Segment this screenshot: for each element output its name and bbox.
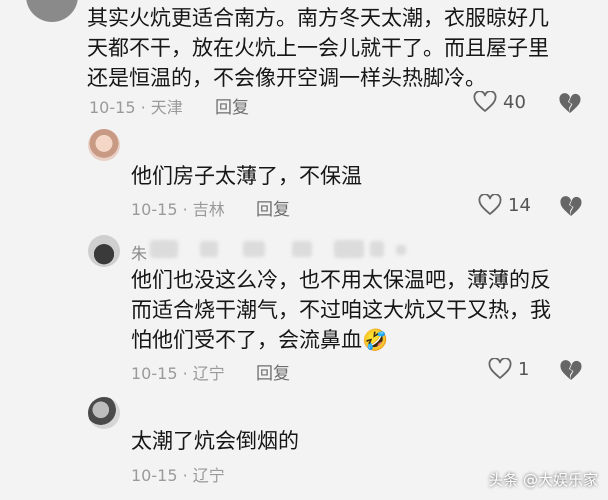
avatar[interactable]	[88, 129, 120, 161]
comment-text-line: 他们房子太薄了，不保温	[131, 164, 362, 188]
blurred-username	[396, 245, 406, 255]
commenter-name[interactable]: 朱	[131, 240, 147, 264]
comment-text-line: 怕他们受不了，会流鼻血🤣	[131, 328, 389, 352]
comment-date: 10-15	[131, 466, 178, 485]
reply-button[interactable]: 回复	[256, 359, 290, 384]
blurred-username	[200, 241, 218, 257]
broken-heart-icon[interactable]	[559, 360, 583, 382]
avatar[interactable]	[88, 397, 120, 429]
avatar[interactable]	[26, 0, 78, 22]
blurred-username	[150, 240, 178, 258]
like-count: 1	[518, 358, 530, 380]
comment-text-line: 天都不干，放在火炕上一会儿就干了。而且屋子里	[87, 36, 549, 60]
comment-text-line: 太潮了炕会倒烟的	[131, 429, 299, 453]
comment-meta: 10-15 · 辽宁	[131, 364, 225, 383]
comment-text-line: 他们也没这么冷，也不用太保温吧，薄薄的反	[131, 268, 551, 292]
avatar[interactable]	[88, 235, 120, 267]
like-button[interactable]: 14	[478, 194, 531, 216]
comment-location: 辽宁	[192, 466, 225, 485]
comment-location: 辽宁	[192, 364, 225, 383]
comment-meta: 10-15 · 吉林	[131, 200, 225, 219]
comment-date: 10-15	[131, 364, 178, 383]
heart-outline-icon	[473, 91, 497, 112]
heart-outline-icon	[488, 358, 512, 379]
heart-outline-icon	[478, 194, 502, 215]
blurred-username	[334, 240, 364, 258]
comment-date: 10-15	[89, 98, 136, 117]
comment-location: 吉林	[192, 200, 225, 219]
reply-button[interactable]: 回复	[215, 93, 249, 118]
comment-meta: 10-15 · 辽宁	[131, 466, 225, 485]
comment-meta: 10-15 · 天津	[89, 98, 183, 117]
like-button[interactable]: 1	[488, 358, 529, 380]
broken-heart-icon[interactable]	[558, 93, 582, 115]
comment-text-line: 还是恒温的，不会像开空调一样头热脚冷。	[87, 66, 486, 90]
laughing-emoji: 🤣	[362, 328, 389, 352]
comment-location: 天津	[150, 98, 183, 117]
comment-date: 10-15	[131, 200, 178, 219]
like-button[interactable]: 40	[473, 91, 526, 113]
like-count: 14	[508, 194, 531, 216]
like-count: 40	[503, 91, 526, 113]
comment-text-line: 而适合烧干潮气，不过咱这大炕又干又热，我	[131, 298, 551, 322]
reply-button[interactable]: 回复	[256, 195, 290, 220]
comment-text-line: 其实火炕更适合南方。南方冬天太潮，衣服晾好几	[87, 6, 549, 30]
broken-heart-icon[interactable]	[559, 196, 583, 218]
blurred-username	[292, 241, 312, 257]
blurred-username	[370, 241, 384, 257]
watermark: 头条 @大娱乐家	[488, 471, 598, 489]
blurred-username	[243, 241, 265, 257]
